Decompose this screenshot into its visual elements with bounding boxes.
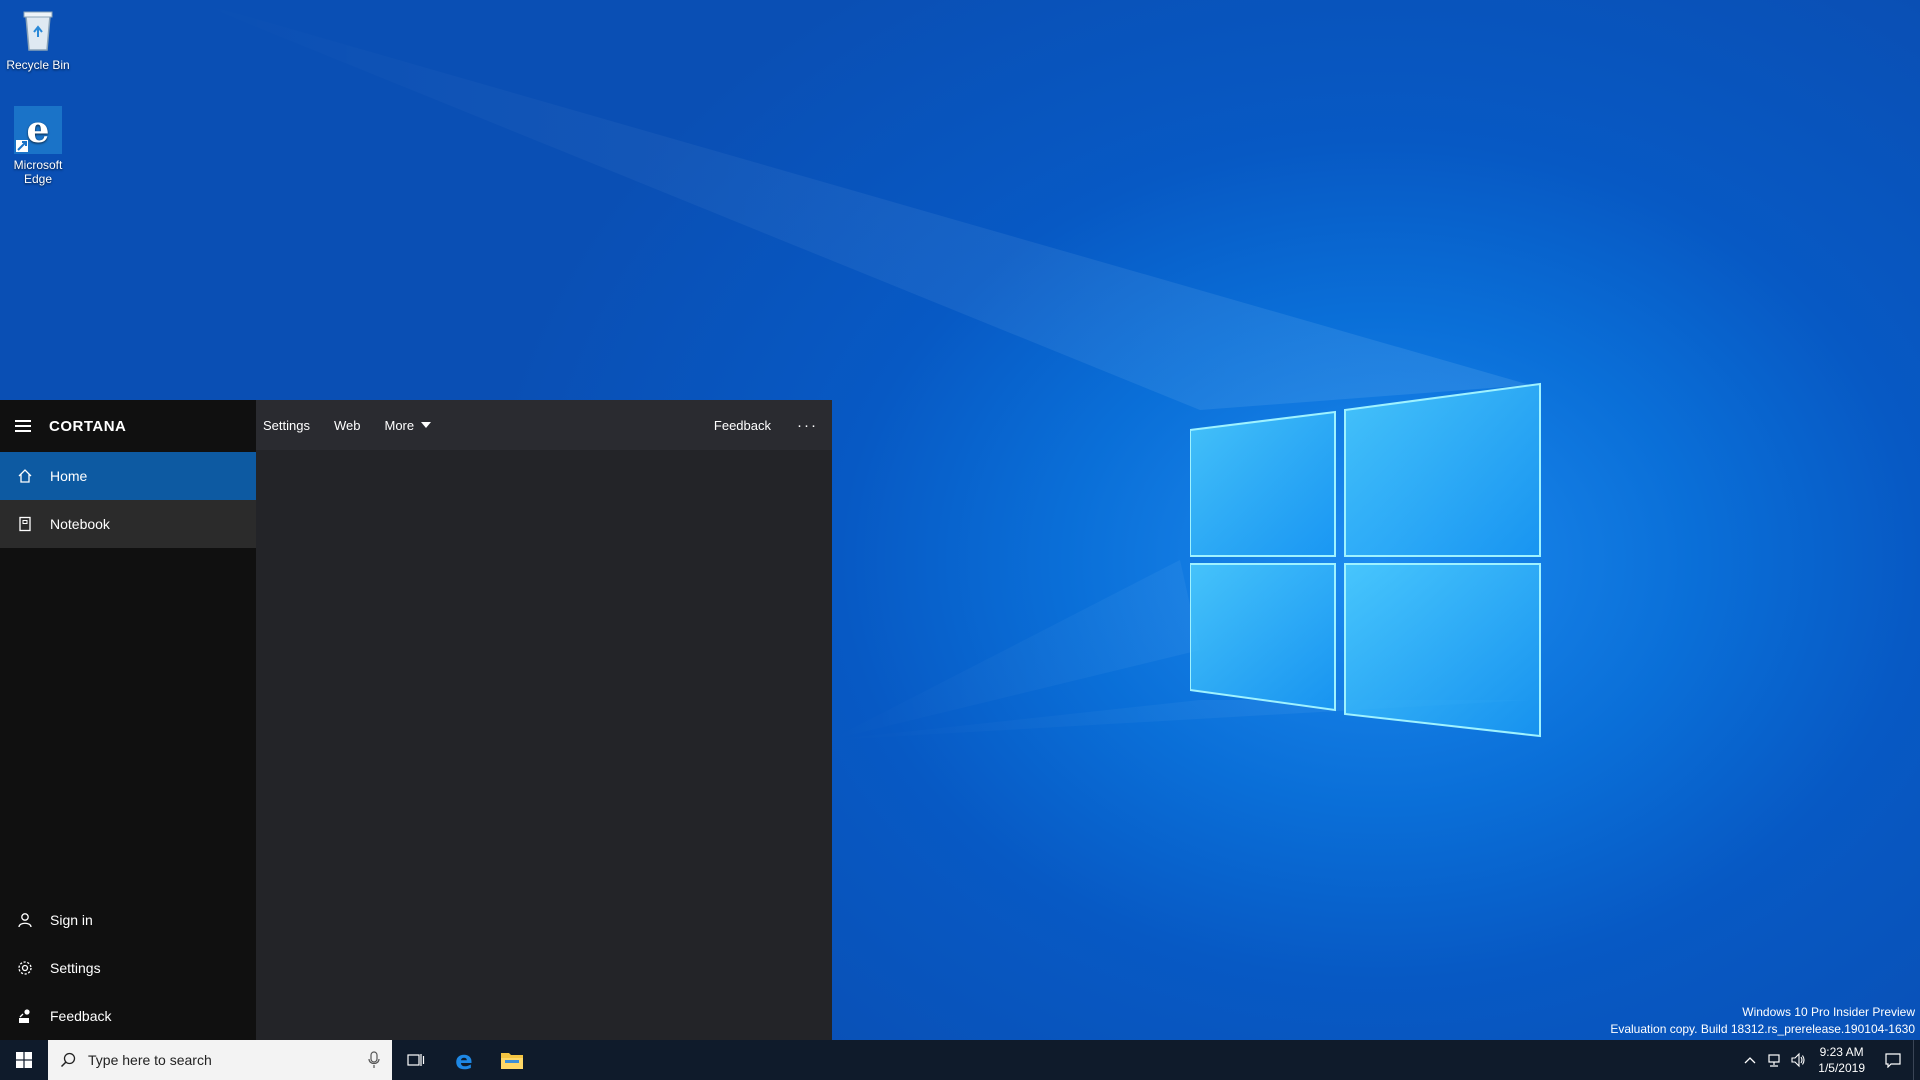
tab-more-label: More xyxy=(384,417,415,433)
person-icon xyxy=(0,912,50,928)
cortana-toolbar: Settings Web More Feedback ··· xyxy=(256,400,832,450)
search-icon xyxy=(48,1052,88,1068)
desktop-icon-label: Microsoft Edge xyxy=(13,158,63,186)
sidebar-item-label: Feedback xyxy=(50,1008,112,1024)
tab-more[interactable]: More xyxy=(372,400,443,450)
feedback-link[interactable]: Feedback xyxy=(702,400,783,450)
svg-text:e: e xyxy=(455,1048,473,1072)
sidebar-item-sign-in[interactable]: Sign in xyxy=(0,896,256,944)
sidebar-item-label: Home xyxy=(50,468,88,484)
clock-time: 9:23 AM xyxy=(1819,1045,1864,1059)
sidebar-item-label: Notebook xyxy=(50,516,110,532)
cortana-panel: CORTANA Home Notebook Sign in Settings F… xyxy=(0,400,832,1040)
tab-settings[interactable]: Settings xyxy=(256,400,322,450)
cortana-header: CORTANA xyxy=(0,400,256,452)
clock-date: 1/5/2019 xyxy=(1818,1061,1865,1075)
sidebar-item-label: Sign in xyxy=(50,912,93,928)
sidebar-item-settings[interactable]: Settings xyxy=(0,944,256,992)
chevron-down-icon xyxy=(421,422,432,428)
notebook-icon xyxy=(0,516,50,532)
recycle-bin-icon xyxy=(14,6,62,54)
sidebar-item-home[interactable]: Home xyxy=(0,452,256,500)
microphone-icon[interactable] xyxy=(356,1051,392,1069)
taskbar-file-explorer-button[interactable] xyxy=(488,1040,536,1080)
more-options-icon[interactable]: ··· xyxy=(783,417,832,434)
taskbar-clock[interactable]: 9:23 AM 1/5/2019 xyxy=(1810,1044,1873,1076)
sidebar-bottom-nav: Sign in Settings Feedback xyxy=(0,896,256,1040)
sidebar-item-feedback[interactable]: Feedback xyxy=(0,992,256,1040)
home-icon xyxy=(0,468,50,484)
svg-text:e: e xyxy=(27,109,50,151)
windows-logo-wallpaper xyxy=(1190,382,1541,738)
volume-icon[interactable] xyxy=(1786,1040,1810,1080)
gear-icon xyxy=(0,960,50,976)
edge-icon: e xyxy=(455,1048,473,1072)
search-placeholder: Type here to search xyxy=(88,1052,212,1068)
desktop-icon-microsoft-edge[interactable]: e Microsoft Edge xyxy=(0,106,76,186)
evaluation-watermark: Windows 10 Pro Insider Preview Evaluatio… xyxy=(1610,1004,1915,1038)
sidebar-item-label: Settings xyxy=(50,960,101,976)
tab-web[interactable]: Web xyxy=(322,400,373,450)
file-explorer-icon xyxy=(501,1053,523,1069)
task-view-button[interactable] xyxy=(392,1040,440,1080)
taskbar-search-box[interactable]: Type here to search xyxy=(48,1040,392,1080)
desktop-icon-recycle-bin[interactable]: Recycle Bin xyxy=(0,6,76,72)
windows-start-icon xyxy=(16,1052,32,1068)
taskbar: Type here to search e 9:23 AM 1/5/2019 xyxy=(0,1040,1920,1080)
feedback-icon xyxy=(0,1008,50,1024)
watermark-line-1: Windows 10 Pro Insider Preview xyxy=(1742,1005,1915,1019)
show-desktop-button[interactable] xyxy=(1913,1040,1920,1080)
cortana-sidebar: CORTANA Home Notebook Sign in Settings F… xyxy=(0,400,256,1040)
action-center-icon[interactable] xyxy=(1873,1040,1913,1080)
taskbar-edge-button[interactable]: e xyxy=(440,1040,488,1080)
system-tray: 9:23 AM 1/5/2019 xyxy=(1738,1040,1920,1080)
watermark-line-2: Evaluation copy. Build 18312.rs_prerelea… xyxy=(1610,1022,1915,1036)
chevron-up-icon[interactable] xyxy=(1738,1040,1762,1080)
desktop-icon-label: Recycle Bin xyxy=(6,58,70,72)
cortana-title: CORTANA xyxy=(49,417,127,435)
hamburger-menu-icon[interactable] xyxy=(0,400,46,452)
edge-icon: e xyxy=(14,106,62,154)
sidebar-item-notebook[interactable]: Notebook xyxy=(0,500,256,548)
task-view-icon xyxy=(407,1054,425,1066)
network-icon[interactable] xyxy=(1762,1040,1786,1080)
start-button[interactable] xyxy=(0,1040,48,1080)
